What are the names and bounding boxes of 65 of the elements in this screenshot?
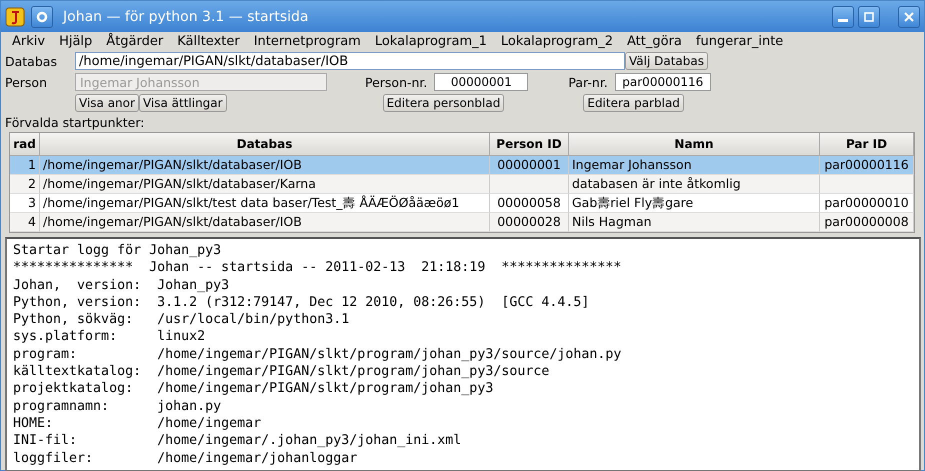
- section-label: Förvalda startpunkter:: [4, 114, 146, 130]
- maximize-button[interactable]: [858, 6, 880, 28]
- menu-item[interactable]: Källtexter: [170, 34, 247, 49]
- menu-item[interactable]: Arkiv: [5, 34, 52, 49]
- field-label: Person-nr.: [365, 74, 428, 90]
- menu-item[interactable]: Att_göra: [620, 34, 689, 49]
- field-label: Person: [5, 74, 48, 90]
- log-line: INI-fil: /home/ingemar/.johan_py3/johan_ini.xml: [13, 432, 462, 450]
- log-line: loggfiler: /home/ingemar/johanloggar: [13, 450, 358, 467]
- column-header[interactable]: rad: [10, 133, 40, 156]
- window-title: Johan — för python 3.1 — startsida: [63, 8, 310, 24]
- table-cell[interactable]: 1: [10, 156, 40, 175]
- table-cell[interactable]: par00000116: [820, 156, 914, 175]
- log-line: projektkatalog: /home/ingemar/PIGAN/slkt/program/johan_py3: [13, 380, 494, 398]
- table-cell[interactable]: /home/ingemar/PIGAN/slkt/databaser/IOB: [40, 156, 490, 175]
- view-button[interactable]: Visa ättlingar: [138, 94, 227, 112]
- column-header[interactable]: Databas: [40, 133, 490, 156]
- ring-icon: [36, 10, 48, 22]
- menu-item[interactable]: Lokalaprogram_2: [494, 34, 620, 49]
- close-button[interactable]: [898, 6, 920, 28]
- log-line: programnamn: johan.py: [13, 398, 222, 415]
- window-menu-button[interactable]: [31, 6, 53, 28]
- app-icon: [5, 6, 25, 26]
- table-cell[interactable]: 00000001: [490, 156, 569, 175]
- menu-item[interactable]: fungerar_inte: [688, 34, 790, 49]
- view-button[interactable]: Visa anor: [75, 94, 139, 112]
- minimize-button[interactable]: [832, 6, 854, 28]
- minimize-icon: [838, 19, 848, 22]
- field-label: Par-nr.: [568, 74, 608, 90]
- log-line: HOME: /home/ingemar: [13, 414, 262, 432]
- par-nr-field[interactable]: par00000116: [614, 73, 711, 91]
- log-line: *************** Johan -- startsida -- 2011-02-13 21:18:19 ***************: [13, 259, 622, 277]
- log-line: Johan, version: Johan_py3: [13, 276, 230, 294]
- menu-item[interactable]: Internetprogram: [246, 34, 368, 49]
- log-line: sys.platform: linux2: [13, 328, 206, 346]
- menu-item[interactable]: Hjälp: [52, 34, 100, 49]
- column-header[interactable]: Namn: [569, 133, 820, 156]
- choose-database-button[interactable]: Välj Databas: [625, 52, 708, 70]
- table-cell[interactable]: 2: [10, 175, 40, 194]
- table-cell[interactable]: par00000008: [820, 213, 914, 232]
- table-cell[interactable]: [490, 175, 569, 194]
- log-line: källtextkatalog: /home/ingemar/PIGAN/slkt/program/johan_py3/source: [13, 363, 550, 380]
- table-cell[interactable]: 00000028: [490, 213, 569, 232]
- menu-item[interactable]: Åtgärder: [99, 34, 170, 49]
- table-cell[interactable]: Nils Hagman: [569, 213, 820, 232]
- table-cell[interactable]: /home/ingemar/PIGAN/slkt/databaser/Karna: [40, 175, 490, 194]
- log-line: Python, version: 3.1.2 (r312:79147, Dec 12 2010, 08:26:55) [GCC 4.4.5]: [13, 294, 590, 312]
- table-cell[interactable]: 4: [10, 213, 40, 232]
- log-line: Startar logg för Johan_py3: [13, 242, 222, 260]
- edit-couple-button[interactable]: Editera parblad: [583, 94, 684, 112]
- table-cell[interactable]: Ingemar Johansson: [569, 156, 820, 175]
- log-line: Python, sökväg: /usr/local/bin/python3.1: [13, 311, 350, 328]
- close-icon: [903, 10, 915, 22]
- database-field[interactable]: /home/ingemar/PIGAN/slkt/databaser/IOB: [75, 52, 625, 70]
- menu-item[interactable]: Lokalaprogram_1: [368, 34, 494, 49]
- column-header[interactable]: Par ID: [820, 133, 914, 156]
- table-cell[interactable]: databasen är inte åtkomlig: [569, 175, 820, 194]
- table-cell[interactable]: /home/ingemar/PIGAN/slkt/databaser/IOB: [40, 213, 490, 232]
- log-line: program: /home/ingemar/PIGAN/slkt/program/johan_py3/source/johan.py: [13, 346, 622, 364]
- field-label: Databas: [5, 54, 58, 68]
- table-cell[interactable]: [820, 175, 914, 194]
- person-nr-field[interactable]: 00000001: [434, 73, 528, 91]
- maximize-icon: [863, 10, 875, 22]
- edit-person-button[interactable]: Editera personblad: [382, 94, 504, 112]
- column-header[interactable]: Person ID: [490, 133, 569, 156]
